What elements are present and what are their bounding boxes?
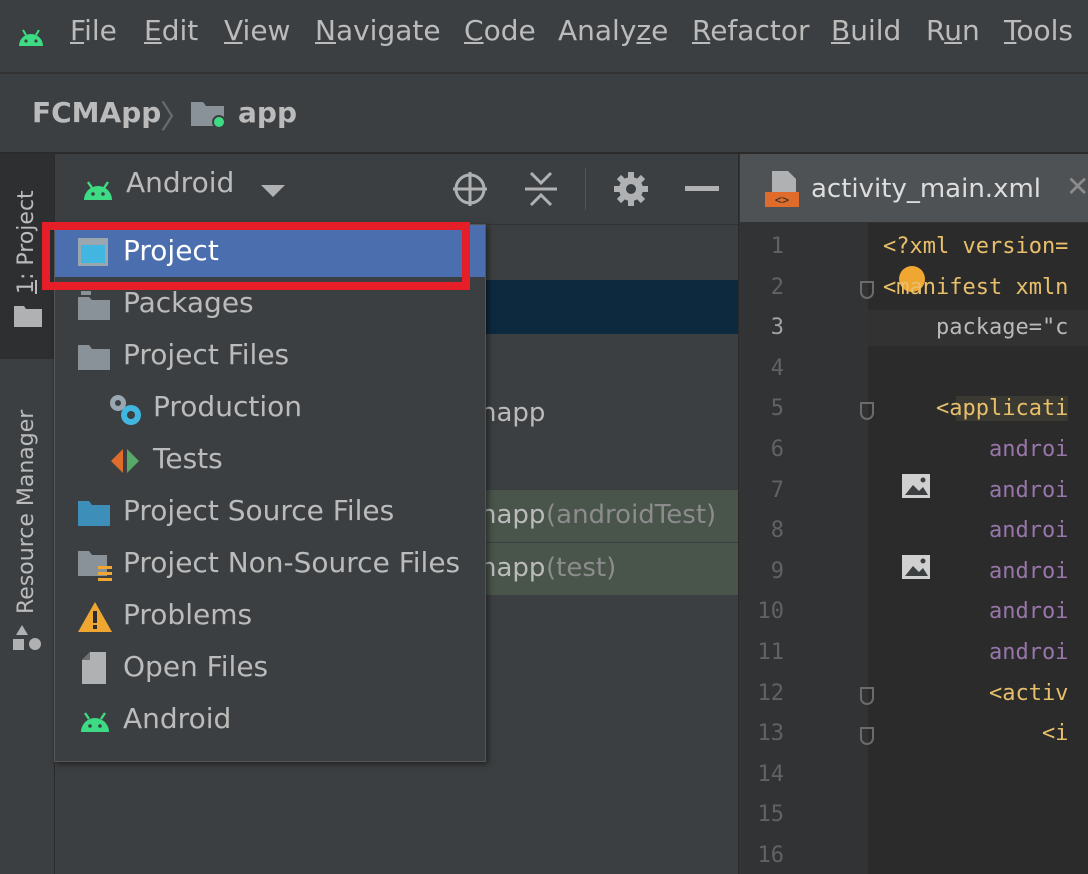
breadcrumb: FCMApp 〉 app [0,74,1088,154]
project-view-popup: Project Packages Project Files Productio… [54,224,486,762]
folder-icon [78,345,110,370]
line-number: 12 [757,680,785,706]
line-number: 8 [770,518,784,544]
menu-refactor[interactable]: Refactor [692,14,809,47]
line-number: 9 [770,558,784,584]
menu-analyze[interactable]: Analyze [558,14,668,47]
code-line[interactable]: androi [883,518,1068,543]
chevron-down-icon[interactable] [260,184,286,198]
code-line[interactable]: <activ [883,681,1068,706]
popup-item-problems[interactable]: Problems [55,589,485,641]
code-line[interactable]: androi [883,437,1068,462]
line-number: 16 [757,843,785,868]
collapse-all-icon[interactable] [523,170,559,208]
tree-row-suffix: (test) [546,553,617,583]
popup-item-project-non-source-files[interactable]: Project Non-Source Files [55,537,485,589]
source-folder-icon [78,501,110,526]
line-number: 4 [770,355,784,381]
code-line[interactable]: <i [883,721,1069,746]
popup-item-android[interactable]: Android [55,693,485,745]
warning-icon [78,602,112,632]
tree-row-label: napp [480,398,546,428]
svg-text:<>: <> [775,193,789,207]
fold-marker-icon[interactable] [860,280,874,299]
locate-icon[interactable] [452,171,488,207]
popup-item-production[interactable]: Production [55,381,485,433]
open-file-icon [82,652,106,684]
line-number: 5 [770,396,784,422]
line-number: 15 [757,802,785,828]
code-line[interactable]: <?xml version= [883,234,1068,259]
breadcrumb-project[interactable]: FCMApp [32,96,161,129]
menu-run[interactable]: Run [926,14,980,47]
non-source-folder-icon [78,551,112,581]
menu-code[interactable]: Code [464,14,536,47]
line-number: 2 [770,274,784,300]
code-line[interactable]: androi [883,478,1068,503]
line-number: 13 [757,721,785,747]
toolbar-divider [585,168,586,210]
android-icon [81,712,109,732]
project-panel-header: Android [55,154,738,225]
editor-tab-title: activity_main.xml [811,174,1042,204]
menu-view[interactable]: View [224,14,290,47]
fold-marker-icon[interactable] [860,727,874,746]
code-line[interactable]: package="c [883,315,1068,340]
code-line[interactable]: androi [883,640,1068,665]
editor-tab-bar: <> activity_main.xml ✕ [740,154,1088,223]
module-folder-icon [191,102,226,128]
breadcrumb-separator-icon: 〉 [160,98,193,136]
tree-row-label: napp [480,500,546,530]
gear-icon[interactable] [613,171,649,207]
tests-arrows-icon [111,449,139,473]
xml-file-icon: <> [765,171,799,207]
resource-manager-icon [13,625,41,650]
editor-area: <> activity_main.xml ✕ 1 <?xml version= 2 <… [739,154,1088,874]
menu-edit[interactable]: Edit [144,14,198,47]
android-studio-logo-icon [19,29,43,46]
menu-bar: File Edit View Navigate Code Analyze Ref… [0,0,1088,74]
line-number: 1 [770,234,784,259]
code-line[interactable]: androi [883,599,1068,624]
packages-folder-icon [78,291,110,320]
popup-item-project-source-files[interactable]: Project Source Files [55,485,485,537]
line-number: 7 [770,477,784,503]
folder-icon [14,306,42,327]
line-number: 11 [757,640,785,665]
production-gear-icon [110,395,141,425]
android-icon [84,181,112,200]
code-line[interactable]: androi [883,559,1068,584]
minimize-icon[interactable] [685,186,719,192]
popup-item-open-files[interactable]: Open Files [55,641,485,693]
line-number: 14 [757,761,785,787]
code-line[interactable]: <applicati [883,396,1069,422]
tool-tab-project-label: 1: Project [14,190,39,294]
menu-file[interactable]: File [70,14,117,47]
close-icon[interactable]: ✕ [1066,170,1088,203]
tree-row-suffix: (androidTest) [546,500,717,530]
popup-item-tests[interactable]: Tests [55,433,485,485]
menu-build[interactable]: Build [831,14,901,47]
fold-marker-icon[interactable] [860,402,874,421]
line-number: 10 [757,599,785,625]
breadcrumb-module[interactable]: app [238,96,297,129]
menu-tools[interactable]: Tools [1004,14,1073,47]
tool-tab-resource-manager[interactable]: Resource Manager [14,410,39,614]
view-selector-label[interactable]: Android [126,166,234,199]
popup-item-project-files[interactable]: Project Files [55,329,485,381]
highlight-annotation [42,222,470,290]
line-number: 3 [770,315,784,341]
fold-marker-icon[interactable] [860,686,874,705]
code-line[interactable]: <manifest xmln [883,275,1068,300]
line-number: 6 [770,437,784,462]
tree-row-label: napp [480,553,546,583]
menu-navigate[interactable]: Navigate [315,14,441,47]
editor-tab-active[interactable]: <> activity_main.xml ✕ [740,154,1088,222]
